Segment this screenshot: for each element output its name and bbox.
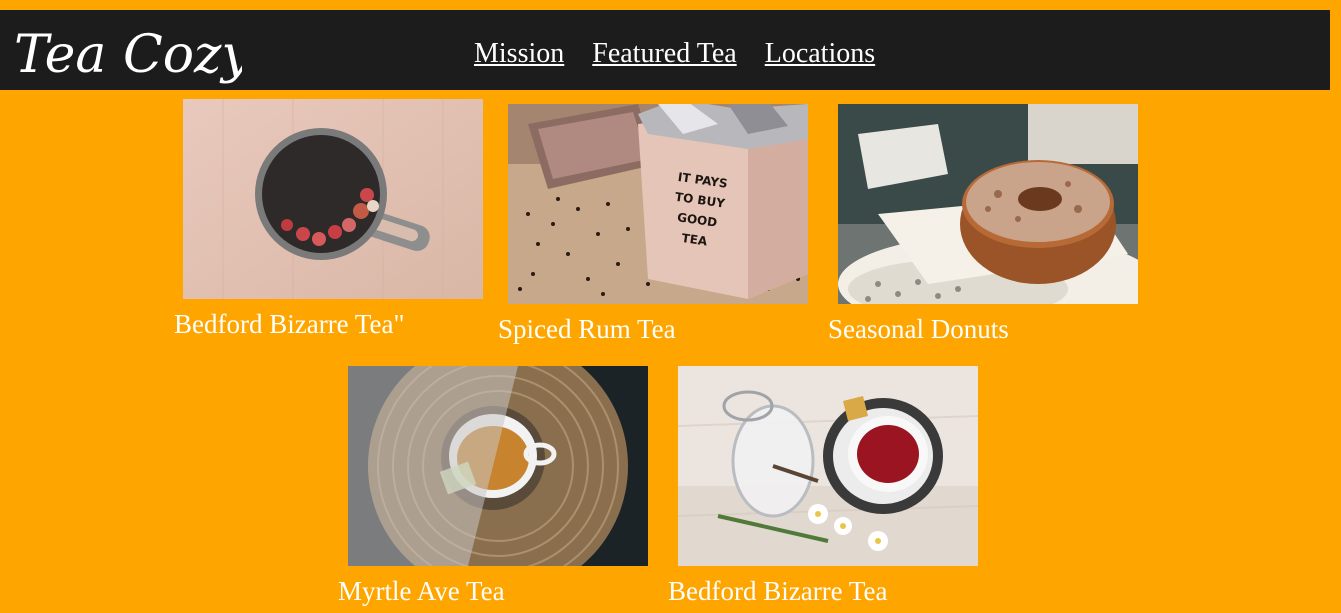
main-nav: Mission Featured Tea Locations [474, 38, 903, 70]
caption-spiced-rum-tea: Spiced Rum Tea [498, 314, 676, 344]
red-tea-jar-photo [678, 366, 978, 566]
gallery-image-tea-box[interactable]: IT PAYS TO BUY GOOD TEA [508, 104, 808, 304]
nav-link-mission[interactable]: Mission [474, 38, 564, 70]
logo-text: Tea Cozy [14, 25, 242, 85]
mug-berries-photo [183, 99, 483, 299]
cup-on-tray-photo [348, 366, 648, 566]
donut-photo [838, 104, 1138, 304]
caption-myrtle-ave-tea: Myrtle Ave Tea [338, 576, 505, 606]
gallery-image-cup-on-tray[interactable] [348, 366, 648, 566]
caption-seasonal-donuts: Seasonal Donuts [828, 314, 1009, 344]
nav-link-locations[interactable]: Locations [765, 38, 875, 70]
gallery-image-donut[interactable] [838, 104, 1138, 304]
logo[interactable]: Tea Cozy [12, 14, 242, 90]
header-bar: Tea Cozy Mission Featured Tea Locations [0, 10, 1330, 90]
caption-bedford-bizarre-tea-2: Bedford Bizarre Tea [668, 576, 888, 606]
caption-bedford-bizarre-tea-1: Bedford Bizarre Tea" [174, 309, 405, 339]
gallery-image-red-tea-jar[interactable] [678, 366, 978, 566]
nav-link-featured-tea[interactable]: Featured Tea [592, 38, 736, 70]
gallery-image-mug-berries[interactable] [183, 99, 483, 299]
tea-box-photo: IT PAYS TO BUY GOOD TEA [508, 104, 808, 304]
